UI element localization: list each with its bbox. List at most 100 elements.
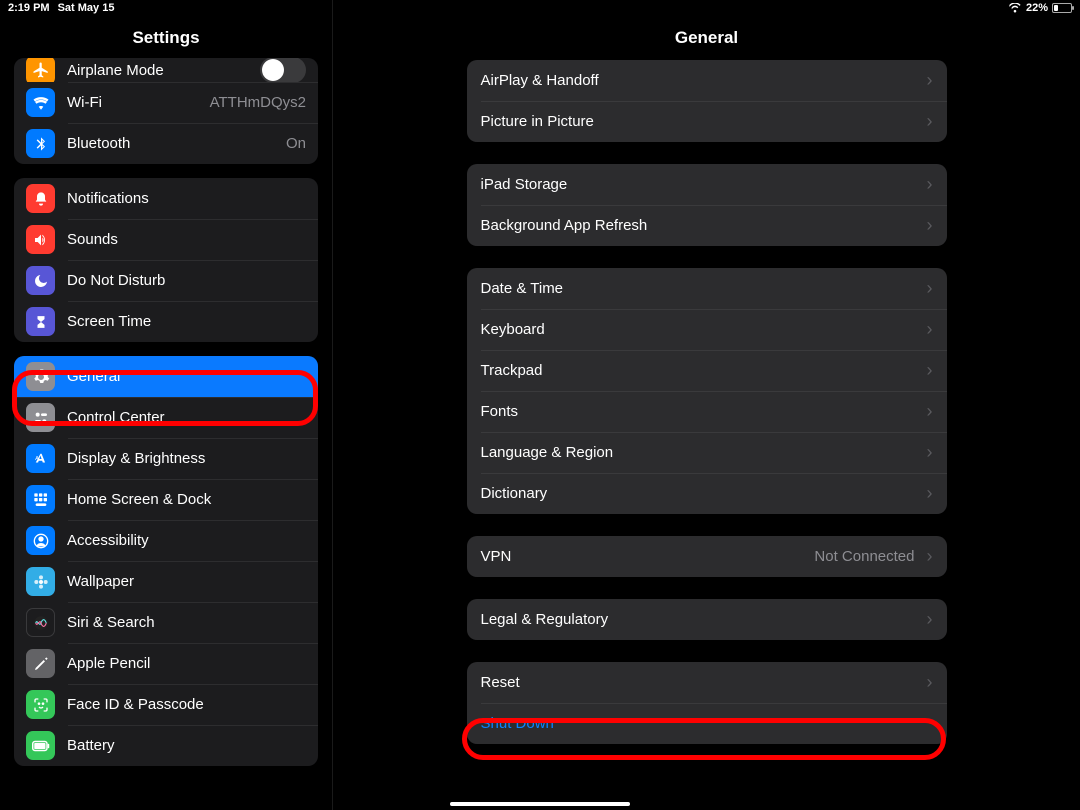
detail-row-label: Language & Region [481, 444, 614, 461]
detail-row-ipad-storage[interactable]: iPad Storage› [467, 164, 947, 205]
sidebar-item-label: Home Screen & Dock [67, 491, 211, 508]
svg-text:A: A [35, 456, 39, 462]
sidebar-item-label: Siri & Search [67, 614, 155, 631]
detail-group: AirPlay & Handoff › Picture in Picture › [467, 60, 947, 142]
sidebar-item-accessibility[interactable]: Accessibility [14, 520, 318, 561]
detail-group: Date & Time›Keyboard›Trackpad›Fonts›Lang… [467, 268, 947, 514]
chevron-right-icon: › [927, 70, 933, 91]
sidebar-item-wi-fi[interactable]: Wi-Fi ATTHmDQys2 [14, 82, 318, 123]
detail-row-trackpad[interactable]: Trackpad› [467, 350, 947, 391]
grid-icon [26, 485, 55, 514]
sidebar-item-sounds[interactable]: Sounds [14, 219, 318, 260]
detail-row-keyboard[interactable]: Keyboard › [467, 309, 947, 350]
detail-row-label: Picture in Picture [481, 113, 594, 130]
sidebar-item-label: Notifications [67, 190, 149, 207]
chevron-right-icon: › [927, 546, 933, 567]
sidebar-item-value: On [286, 135, 306, 152]
detail-group: Legal & Regulatory› [467, 599, 947, 640]
bell-icon [26, 184, 55, 213]
detail-row-vpn[interactable]: VPN Not Connected › [467, 536, 947, 577]
detail-row-shut-down[interactable]: Shut Down [467, 703, 947, 744]
detail-row-label: Fonts [481, 403, 519, 420]
chevron-right-icon: › [927, 278, 933, 299]
speaker-icon [26, 225, 55, 254]
sidebar-item-do-not-disturb[interactable]: Do Not Disturb [14, 260, 318, 301]
detail-panel: General AirPlay & Handoff›Picture in Pic… [333, 0, 1080, 810]
sidebar-item-general[interactable]: General [14, 356, 318, 397]
sidebar-item-apple-pencil[interactable]: Apple Pencil [14, 643, 318, 684]
sidebar-item-label: Wi-Fi [67, 94, 102, 111]
sidebar-item-label: Battery [67, 737, 115, 754]
sidebar-item-screen-time[interactable]: Screen Time [14, 301, 318, 342]
detail-row-background-app-refresh[interactable]: Background App Refresh › [467, 205, 947, 246]
sidebar-item-label: Control Center [67, 409, 165, 426]
sidebar-item-control-center[interactable]: Control Center [14, 397, 318, 438]
detail-row-picture-in-picture[interactable]: Picture in Picture › [467, 101, 947, 142]
detail-row-label: Keyboard [481, 321, 545, 338]
sidebar-item-label: Screen Time [67, 313, 151, 330]
sidebar-item-display-brightness[interactable]: A Display & Brightness [14, 438, 318, 479]
sidebar-item-label: Do Not Disturb [67, 272, 165, 289]
battery-icon [26, 731, 55, 760]
chevron-right-icon: › [927, 174, 933, 195]
home-indicator[interactable] [450, 802, 630, 806]
hourglass-icon [26, 307, 55, 336]
flower-icon [26, 567, 55, 596]
toggle-switch[interactable] [260, 58, 306, 82]
sidebar-item-label: Face ID & Passcode [67, 696, 204, 713]
sidebar-item-face-id-passcode[interactable]: Face ID & Passcode [14, 684, 318, 725]
sidebar-item-wallpaper[interactable]: Wallpaper [14, 561, 318, 602]
sidebar-group-connectivity: Airplane Mode Wi-Fi ATTHmDQys2 BluetoothOn [14, 58, 318, 164]
moon-icon [26, 266, 55, 295]
detail-title: General [333, 18, 1080, 56]
sidebar-item-label: General [67, 368, 120, 385]
sidebar-item-label: Airplane Mode [67, 62, 164, 79]
detail-row-label: AirPlay & Handoff [481, 72, 599, 89]
detail-row-label: Shut Down [481, 715, 554, 732]
detail-row-airplay-handoff[interactable]: AirPlay & Handoff › [467, 60, 947, 101]
sidebar-item-label: Sounds [67, 231, 118, 248]
chevron-right-icon: › [927, 672, 933, 693]
faceid-icon [26, 690, 55, 719]
sidebar-item-bluetooth[interactable]: BluetoothOn [14, 123, 318, 164]
siri-icon [26, 608, 55, 637]
detail-row-label: Reset [481, 674, 520, 691]
detail-row-fonts[interactable]: Fonts › [467, 391, 947, 432]
detail-row-label: VPN [481, 548, 512, 565]
sidebar-item-value: ATTHmDQys2 [210, 94, 306, 111]
detail-row-reset[interactable]: Reset › [467, 662, 947, 703]
detail-row-language-region[interactable]: Language & Region › [467, 432, 947, 473]
status-bar: 2:19 PM Sat May 15 22% [0, 0, 1080, 16]
sidebar-item-label: Apple Pencil [67, 655, 150, 672]
battery-status-icon [1052, 3, 1072, 13]
sidebar-item-airplane-mode[interactable]: Airplane Mode [14, 58, 318, 82]
detail-group: iPad Storage› Background App Refresh › [467, 164, 947, 246]
chevron-right-icon: › [927, 215, 933, 236]
detail-row-legal-regulatory[interactable]: Legal & Regulatory› [467, 599, 947, 640]
sidebar-group-general: General Control Center A Display & Brightne… [14, 356, 318, 766]
detail-group: Reset › Shut Down [467, 662, 947, 744]
gear-icon [26, 362, 55, 391]
sidebar-item-label: Accessibility [67, 532, 149, 549]
chevron-right-icon: › [927, 111, 933, 132]
chevron-right-icon: › [927, 319, 933, 340]
sidebar-group-notifications: Notifications Sounds Do Not Disturb Screen … [14, 178, 318, 342]
detail-row-dictionary[interactable]: Dictionary› [467, 473, 947, 514]
airplane-icon [26, 58, 55, 82]
pencil-icon [26, 649, 55, 678]
sidebar-item-battery[interactable]: Battery [14, 725, 318, 766]
sidebar-item-siri-search[interactable]: Siri & Search [14, 602, 318, 643]
detail-row-label: Background App Refresh [481, 217, 648, 234]
chevron-right-icon: › [927, 401, 933, 422]
status-time: 2:19 PM [8, 2, 50, 14]
chevron-right-icon: › [927, 609, 933, 630]
detail-row-date-time[interactable]: Date & Time › [467, 268, 947, 309]
chevron-right-icon: › [927, 442, 933, 463]
sidebar-item-label: Display & Brightness [67, 450, 205, 467]
detail-row-label: Date & Time [481, 280, 564, 297]
detail-row-value: Not Connected [814, 548, 914, 565]
sidebar-item-home-screen-dock[interactable]: Home Screen & Dock [14, 479, 318, 520]
sidebar-title: Settings [0, 18, 332, 56]
status-date: Sat May 15 [58, 2, 115, 14]
sidebar-item-notifications[interactable]: Notifications [14, 178, 318, 219]
